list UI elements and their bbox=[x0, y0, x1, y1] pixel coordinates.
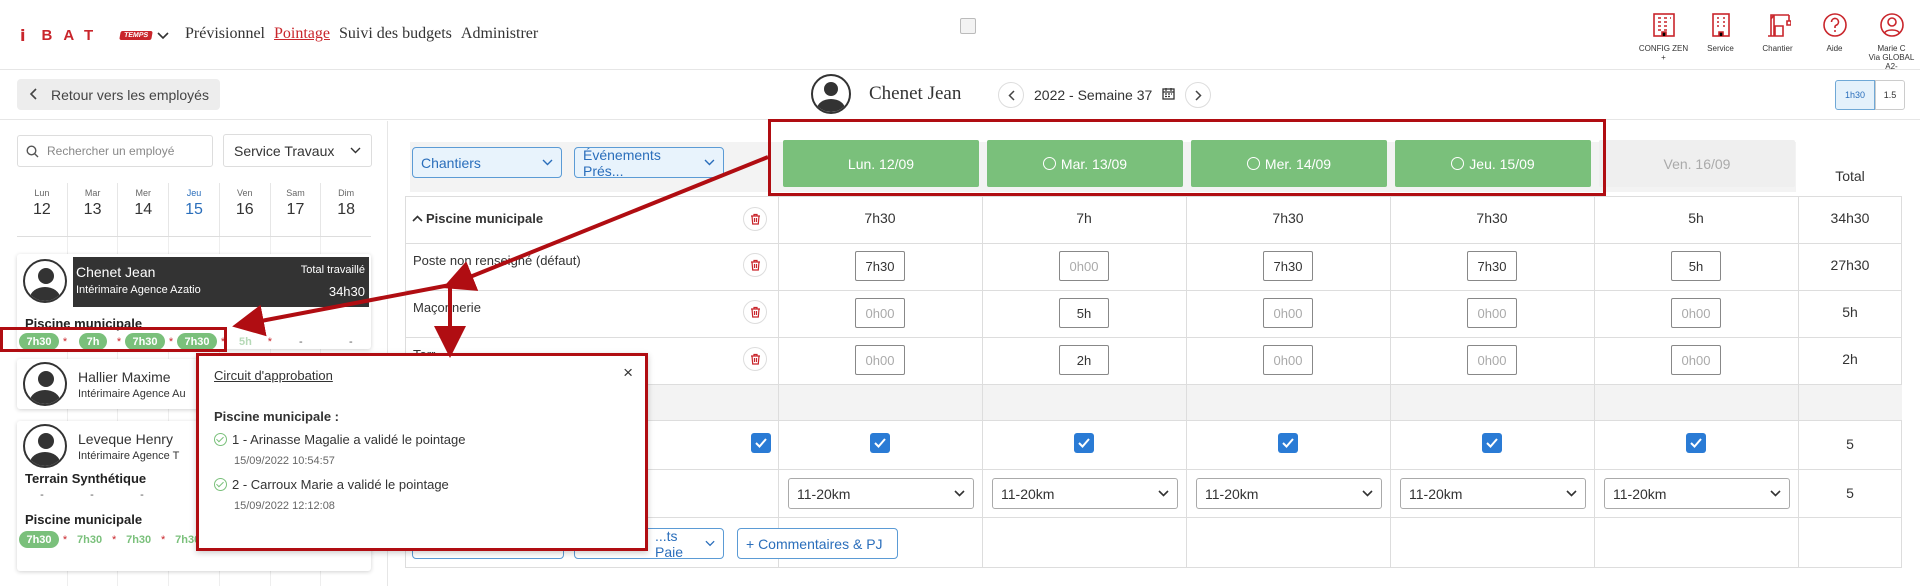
annotation-arrow bbox=[232, 283, 451, 337]
annotation-arrows bbox=[232, 155, 769, 358]
annotation-arrow bbox=[442, 155, 769, 291]
